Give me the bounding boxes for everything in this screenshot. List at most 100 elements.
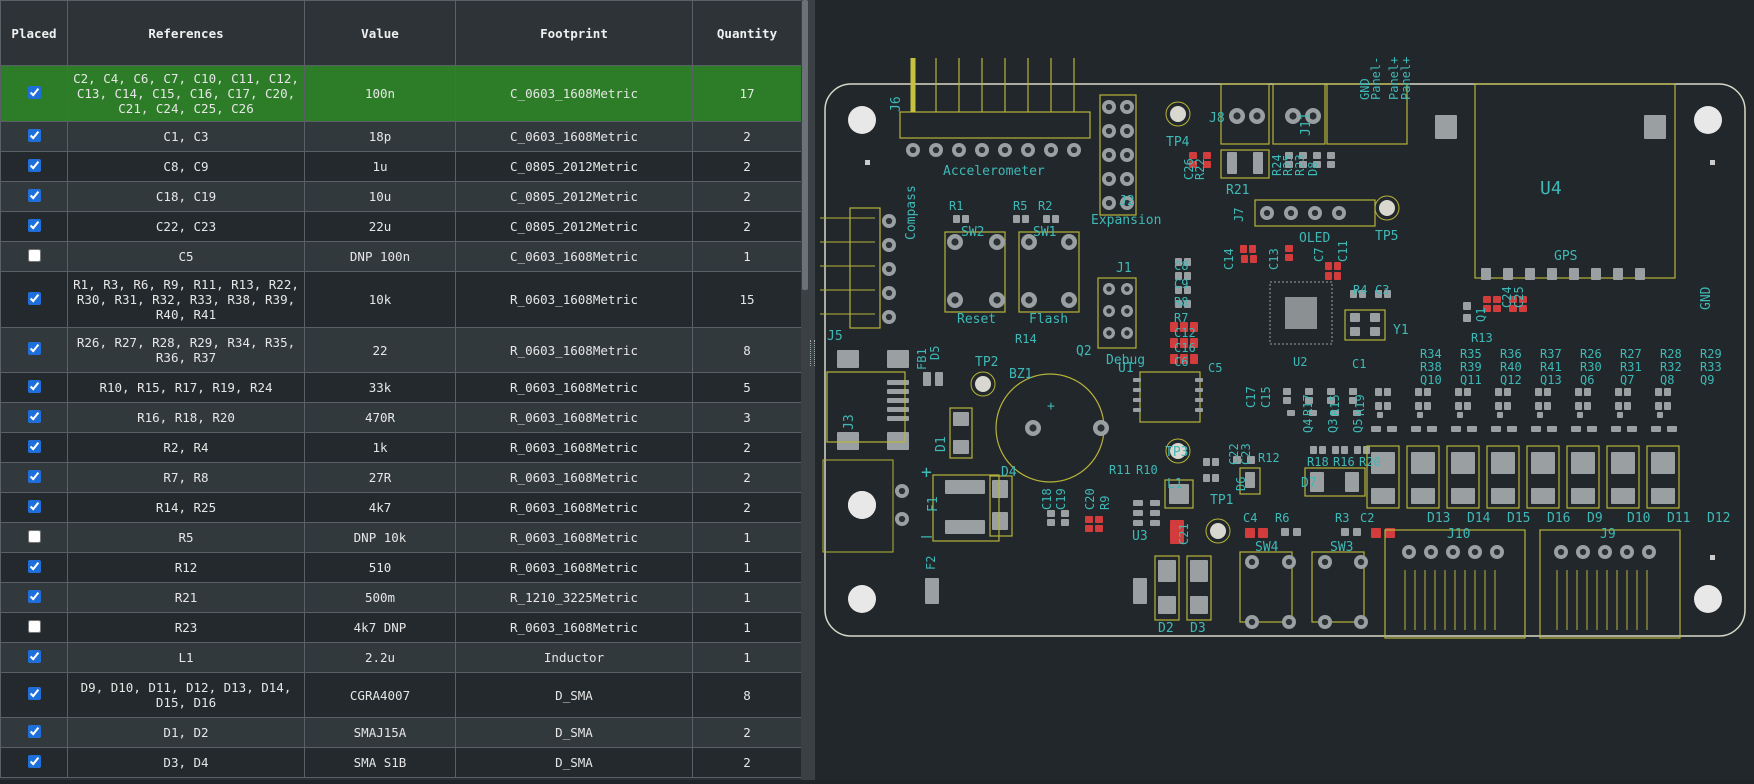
placed-checkbox[interactable] (27, 559, 41, 573)
pcb-label: R29 (1700, 347, 1722, 361)
placed-checkbox[interactable] (27, 342, 41, 355)
smd-pad (1457, 412, 1463, 418)
table-row[interactable]: R23 4k7 DNP R_0603_1608Metric 1 (0, 612, 801, 643)
placed-cell (0, 492, 68, 523)
smd-pad (945, 520, 985, 534)
column-header-value[interactable]: Value (304, 0, 456, 66)
smd-pad (1195, 408, 1203, 412)
quantity-cell: 1 (692, 612, 801, 643)
placed-cell (0, 271, 68, 328)
table-row[interactable]: C18, C19 10u C_0805_2012Metric 2 (0, 181, 801, 212)
placed-checkbox[interactable] (27, 291, 41, 305)
smd-pad (1387, 426, 1397, 432)
references-cell: R12 (67, 552, 305, 583)
smd-pad (1424, 402, 1431, 410)
smd-pad (1043, 215, 1050, 223)
pcb-label: D9 (1587, 511, 1603, 526)
table-row[interactable]: D9, D10, D11, D12, D13, D14, D15, D16 CGR… (0, 672, 801, 718)
drill-hole (885, 313, 893, 321)
placed-checkbox[interactable] (27, 439, 41, 453)
pcb-label: R27 (1620, 347, 1642, 361)
table-row[interactable]: R2, R4 1k R_0603_1608Metric 2 (0, 432, 801, 463)
pcb-view[interactable]: J6 Accelerometer Compass J5 SW2 SW1 R1 R5 R2 Rese… (815, 0, 1754, 780)
table-row[interactable]: C1, C3 18p C_0603_1608Metric 2 (0, 121, 801, 152)
value-cell: 18p (304, 121, 456, 152)
placed-checkbox[interactable] (27, 409, 41, 423)
pcb-label: SW3 (1330, 540, 1353, 555)
value-cell: 10u (304, 181, 456, 212)
smd-pad (1313, 152, 1321, 159)
table-row[interactable]: R16, R18, R20 470R R_0603_1608Metric 3 (0, 402, 801, 433)
placed-checkbox[interactable] (27, 85, 41, 99)
placed-cell (0, 327, 68, 373)
table-row[interactable]: R10, R15, R17, R19, R24 33k R_0603_1608Met… (0, 372, 801, 403)
table-row[interactable]: C5 DNP 100n C_0603_1608Metric 1 (0, 241, 801, 272)
smd-pad (1584, 402, 1591, 410)
references-cell: R10, R15, R17, R19, R24 (67, 372, 305, 403)
value-cell: 100n (304, 65, 456, 122)
placed-checkbox[interactable] (27, 158, 41, 172)
smd-pad (1624, 388, 1631, 396)
placed-checkbox[interactable] (27, 128, 41, 142)
quantity-cell: 2 (692, 432, 801, 463)
table-row[interactable]: R14, R25 4k7 R_0603_1608Metric 2 (0, 492, 801, 523)
pcb-label: D15 (1507, 511, 1530, 526)
placed-checkbox[interactable] (27, 649, 41, 663)
pcb-label: TP1 (1210, 493, 1233, 508)
pcb-label: D7 (1301, 476, 1317, 491)
column-header-references[interactable]: References (67, 0, 305, 66)
drill-hole (1449, 548, 1457, 556)
table-row[interactable]: C2, C4, C6, C7, C10, C11, C12, C13, C14,… (0, 65, 801, 122)
drill-hole (1106, 308, 1112, 314)
placed-checkbox[interactable] (27, 188, 41, 202)
table-row[interactable]: L1 2.2u Inductor 1 (0, 642, 801, 673)
references-cell: C22, C23 (67, 211, 305, 242)
smd-pad (1150, 520, 1160, 526)
table-row[interactable]: R1, R3, R6, R9, R11, R13, R22, R30, R31,… (0, 271, 801, 328)
table-row[interactable]: R7, R8 27R R_0603_1608Metric 2 (0, 462, 801, 493)
drill-hole (1124, 308, 1130, 314)
pcb-canvas[interactable]: J6 Accelerometer Compass J5 SW2 SW1 R1 R5 R2 Rese… (815, 0, 1754, 780)
smd-pad (1190, 596, 1208, 614)
table-row[interactable]: R12 510 R_0603_1608Metric 1 (0, 552, 801, 583)
quantity-cell: 3 (692, 402, 801, 433)
placed-checkbox[interactable] (27, 687, 41, 700)
quantity-cell: 1 (692, 582, 801, 613)
table-row[interactable]: R26, R27, R28, R29, R34, R35, R36, R37 22… (0, 327, 801, 373)
mounting-hole (1694, 585, 1722, 613)
drill-hole (1097, 424, 1105, 432)
placed-checkbox[interactable] (27, 589, 41, 603)
references-cell: D3, D4 (67, 747, 305, 778)
smd-pad (1345, 472, 1359, 492)
column-header-quantity[interactable]: Quantity (692, 0, 801, 66)
footprint-cell: D_SMA (455, 717, 693, 748)
table-scrollbar-thumb[interactable] (802, 0, 808, 290)
placed-checkbox[interactable] (27, 379, 41, 393)
table-row[interactable]: R5 DNP 10k R_0603_1608Metric 1 (0, 522, 801, 553)
pcb-label: D12 (1707, 511, 1730, 526)
placed-checkbox[interactable] (27, 529, 41, 543)
placed-checkbox[interactable] (27, 724, 41, 738)
smd-pad (887, 432, 909, 450)
value-cell: DNP 10k (304, 522, 456, 553)
placed-checkbox[interactable] (27, 754, 41, 768)
footprint-cell: R_0603_1608Metric (455, 552, 693, 583)
table-row[interactable]: C8, C9 1u C_0805_2012Metric 2 (0, 151, 801, 182)
table-row[interactable]: D1, D2 SMAJ15A D_SMA 2 (0, 717, 801, 748)
table-row[interactable]: D3, D4 SMA S1B D_SMA 2 (0, 747, 801, 778)
table-row[interactable]: R21 500m R_1210_3225Metric 1 (0, 582, 801, 613)
placed-checkbox[interactable] (27, 469, 41, 483)
smd-pad (1377, 412, 1383, 418)
column-header-footprint[interactable]: Footprint (455, 0, 693, 66)
table-row[interactable]: C22, C23 22u C_0805_2012Metric 2 (0, 211, 801, 242)
smd-pad (1370, 313, 1380, 322)
references-cell: R5 (67, 522, 305, 553)
placed-checkbox[interactable] (27, 218, 41, 232)
pcb-label: Q10 (1420, 373, 1442, 387)
placed-checkbox[interactable] (27, 619, 41, 633)
column-header-placed[interactable]: Placed (0, 0, 68, 66)
pcb-label: OLED (1299, 231, 1330, 246)
placed-checkbox[interactable] (27, 248, 41, 262)
mounting-hole (848, 106, 876, 134)
placed-checkbox[interactable] (27, 499, 41, 513)
